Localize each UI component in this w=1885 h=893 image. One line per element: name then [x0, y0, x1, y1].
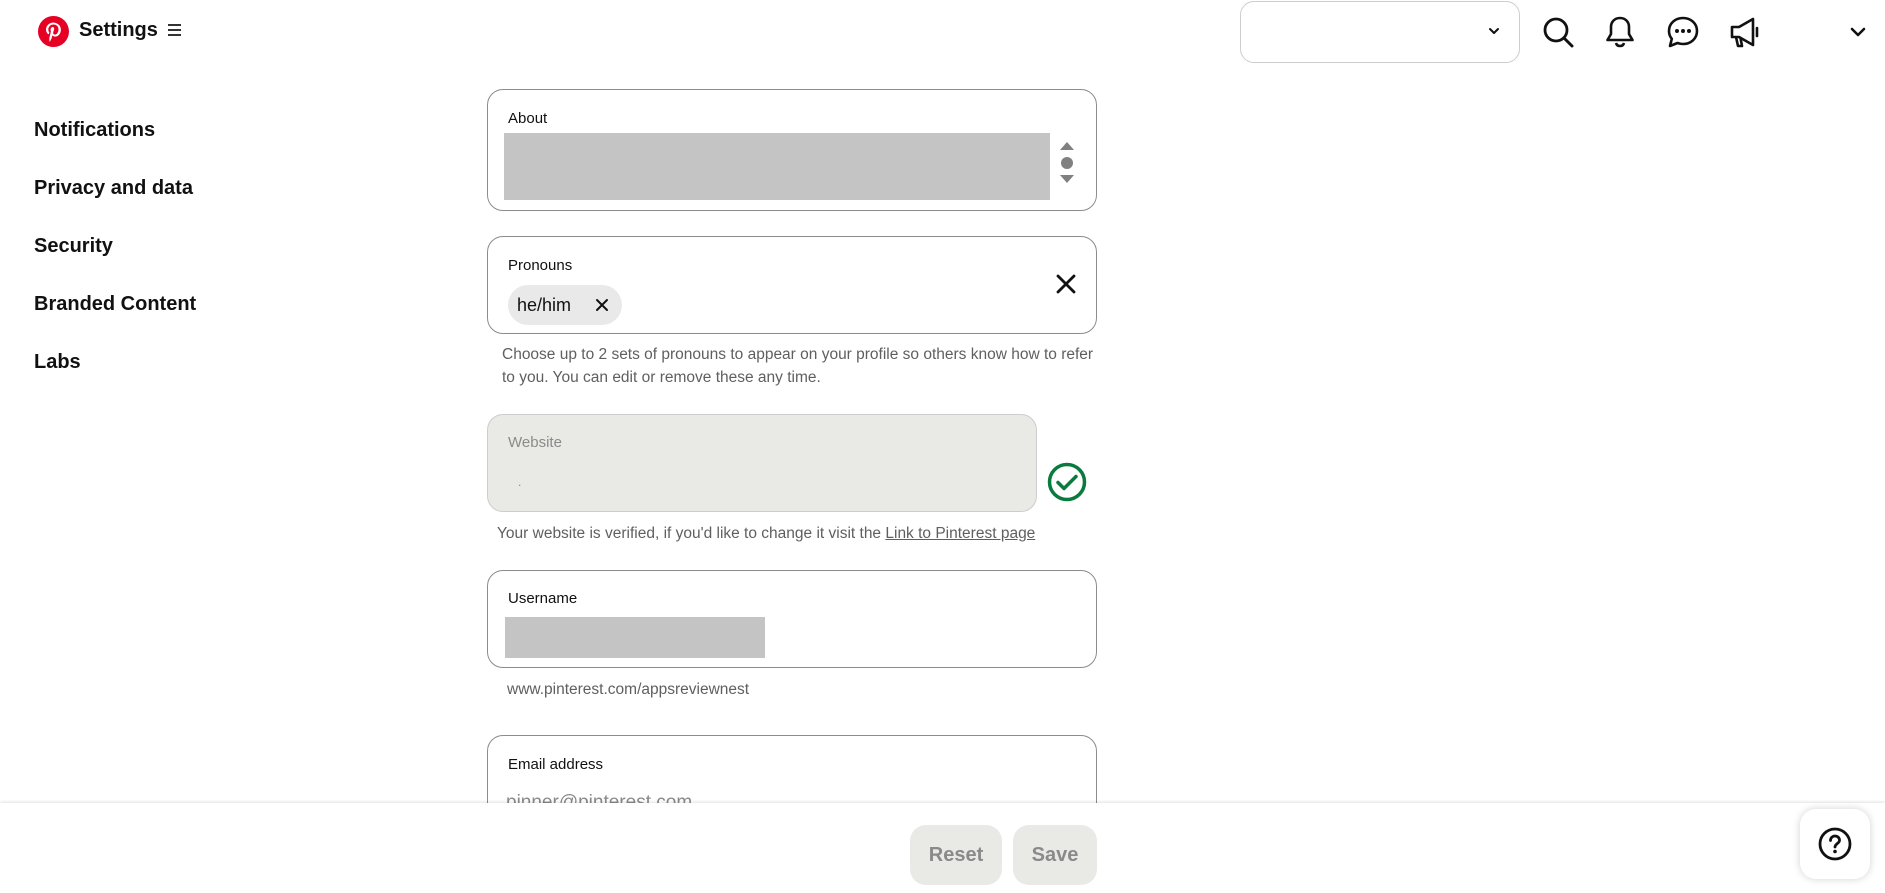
website-helper-prefix: Your website is verified, if you'd like …: [497, 525, 886, 542]
menu-icon[interactable]: [168, 24, 184, 38]
email-label: Email address: [508, 756, 604, 773]
help-button[interactable]: [1800, 809, 1870, 879]
top-header: Settings: [0, 0, 1885, 64]
megaphone-icon[interactable]: [1727, 14, 1763, 50]
sidebar-item-clipped: [96, 64, 116, 72]
username-field[interactable]: Username: [487, 570, 1097, 668]
account-switcher-dropdown[interactable]: [1240, 1, 1520, 63]
chevron-down-icon[interactable]: [1848, 22, 1868, 42]
scroll-up-icon[interactable]: [1060, 142, 1074, 150]
pinterest-page-link[interactable]: Link to Pinterest page: [885, 525, 1035, 542]
about-field[interactable]: About: [487, 89, 1097, 211]
action-footer: Reset Save: [0, 803, 1885, 893]
pronouns-field[interactable]: Pronouns he/him: [487, 236, 1097, 334]
pronoun-chip: he/him: [508, 285, 622, 325]
about-label: About: [508, 110, 548, 127]
chevron-down-icon: [1489, 28, 1499, 34]
verified-check-icon: [1047, 462, 1087, 502]
sidebar-item-notifications[interactable]: Notifications: [34, 119, 155, 142]
pronouns-helper-text: Choose up to 2 sets of pronouns to appea…: [502, 346, 1094, 386]
bell-icon[interactable]: [1602, 14, 1638, 50]
sidebar-item-branded-content[interactable]: Branded Content: [34, 293, 196, 316]
sidebar-item-privacy-and-data[interactable]: Privacy and data: [34, 177, 193, 200]
scroll-down-icon[interactable]: [1060, 175, 1074, 183]
about-textarea-redacted[interactable]: [504, 133, 1050, 200]
search-icon[interactable]: [1540, 14, 1576, 50]
sidebar-item-security[interactable]: Security: [34, 235, 113, 258]
username-helper-text: www.pinterest.com/appsreviewnest: [507, 681, 750, 698]
pinterest-logo[interactable]: [38, 16, 69, 47]
pronouns-label: Pronouns: [508, 257, 573, 274]
pronoun-chip-label: he/him: [517, 295, 572, 315]
clear-icon[interactable]: [1055, 273, 1077, 295]
username-label: Username: [508, 590, 578, 607]
scrollbar-thumb[interactable]: [1061, 157, 1073, 169]
chat-icon[interactable]: [1665, 14, 1701, 50]
page-title: Settings: [79, 19, 158, 41]
username-input-redacted[interactable]: [505, 617, 765, 658]
save-button[interactable]: Save: [1013, 825, 1097, 885]
website-value: .: [518, 475, 522, 489]
website-helper-text: Your website is verified, if you'd like …: [497, 522, 1035, 545]
reset-button[interactable]: Reset: [910, 825, 1002, 885]
close-icon[interactable]: [595, 298, 609, 312]
website-label: Website: [508, 434, 562, 451]
sidebar-item-labs[interactable]: Labs: [34, 351, 81, 374]
website-field: Website .: [487, 414, 1037, 512]
help-icon: [1818, 827, 1852, 861]
